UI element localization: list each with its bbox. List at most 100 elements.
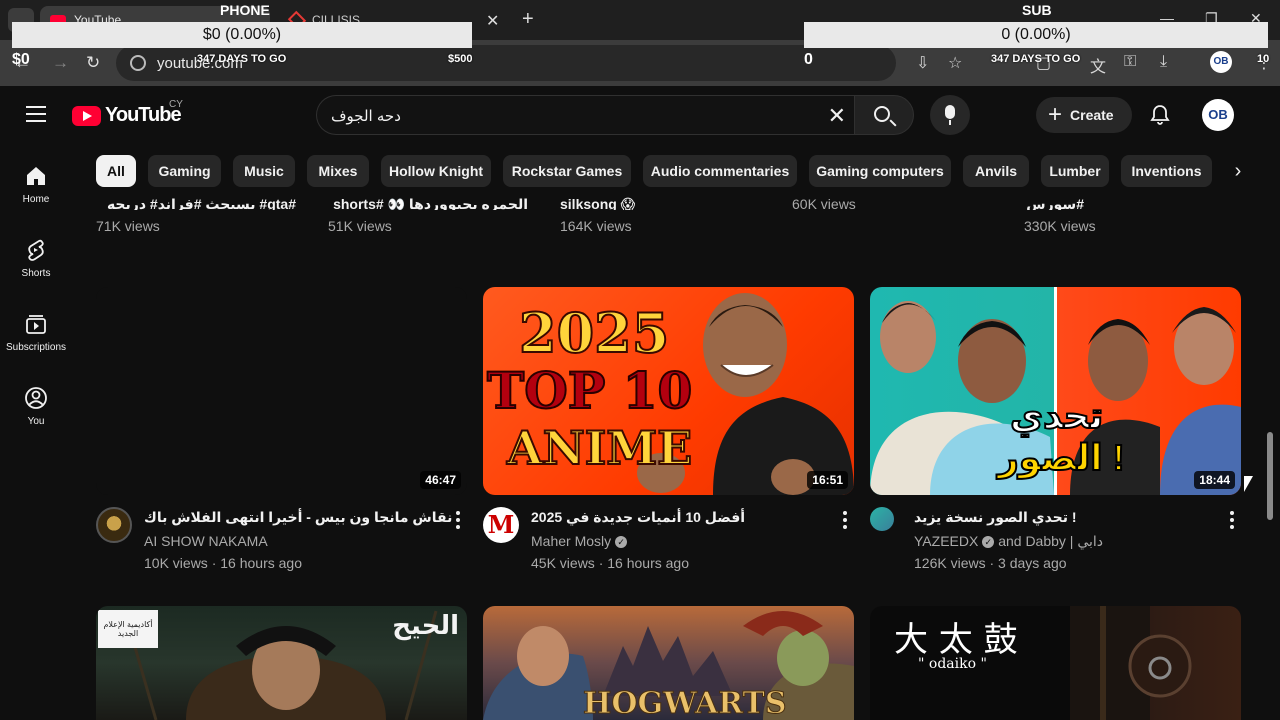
page-scrollbar[interactable] xyxy=(1266,88,1274,720)
channel-name-text: Maher Mosly xyxy=(531,533,612,549)
browser-profile-avatar[interactable]: OB xyxy=(1210,51,1232,73)
chip-all[interactable]: All xyxy=(96,155,136,187)
forward-icon[interactable]: → xyxy=(52,53,69,73)
overlay-left-title: PHONE xyxy=(220,2,270,18)
more-actions-icon[interactable] xyxy=(843,511,849,531)
channel-name[interactable]: AI SHOW NAKAMA xyxy=(144,533,268,549)
search-query-text: دحه الجوف xyxy=(331,108,401,125)
overlay-right-progress: 0 (0.00%) xyxy=(804,22,1268,48)
password-key-icon[interactable]: ⚿ xyxy=(1124,53,1136,71)
thumbnail-text: الحيح xyxy=(392,610,459,640)
close-tab-icon[interactable]: ✕ xyxy=(486,11,499,31)
video-title[interactable]: أفضل 10 أنميات جديدة في 2025 xyxy=(531,509,745,526)
shorts-icon xyxy=(28,239,44,261)
guide-menu-icon[interactable] xyxy=(26,106,46,122)
more-actions-icon[interactable] xyxy=(1230,511,1236,531)
thumbnail-text: 2025 xyxy=(518,300,670,366)
video-views: 164K views xyxy=(560,218,632,234)
guide-label: Subscriptions xyxy=(5,342,67,353)
guide-item-shorts[interactable]: Shorts xyxy=(0,238,72,279)
guide-item-home[interactable]: Home xyxy=(0,164,72,205)
overlay-left-amount: $0 xyxy=(12,51,30,68)
channel-collab-text: and Dabby | دابي xyxy=(998,533,1104,549)
video-duration: 46:47 xyxy=(420,471,461,489)
video-metadata: 45K views · 16 hours ago xyxy=(531,555,689,571)
new-tab-icon[interactable]: + xyxy=(522,8,534,31)
thumbnail-text: TOP 10 xyxy=(486,360,693,421)
video-views: 71K views xyxy=(96,218,160,234)
channel-avatar[interactable] xyxy=(870,507,894,531)
guide-item-subscriptions[interactable]: Subscriptions xyxy=(0,312,72,353)
video-thumbnail[interactable]: أكاديمية الإعلام الجديد الحيح xyxy=(96,606,467,720)
video-title[interactable]: نقاش مانجا ون بيس - أخيرا انتهى الفلاش ب… xyxy=(144,509,452,526)
overlay-right-days: 347 DAYS TO GO xyxy=(991,53,1081,65)
youtube-logo[interactable]: YouTube xyxy=(72,104,182,127)
video-thumbnail[interactable]: HOGWARTS xyxy=(483,606,854,720)
video-thumbnail[interactable]: 大 太 鼓 " odaiko " xyxy=(870,606,1241,720)
install-app-icon[interactable]: ⇩ xyxy=(916,53,929,73)
guide-item-you[interactable]: You xyxy=(0,386,72,427)
clear-search-icon[interactable]: ✕ xyxy=(828,103,846,129)
video-title[interactable]: #سورس xyxy=(1024,193,1084,210)
chip-gaming-computers[interactable]: Gaming computers xyxy=(809,155,951,187)
overlay-right-amount: 0 xyxy=(804,51,813,68)
search-input[interactable]: دحه الجوف ✕ xyxy=(316,95,854,135)
video-thumbnail[interactable]: 2025 TOP 10 ANIME 16:51 xyxy=(483,287,854,495)
thumbnail-text: تحدي xyxy=(1009,394,1104,437)
chip-music[interactable]: Music xyxy=(233,155,295,187)
search-button[interactable] xyxy=(854,95,914,135)
mic-icon xyxy=(945,105,955,119)
video-metadata: 126K views · 3 days ago xyxy=(914,555,1067,571)
verified-badge-icon: ✓ xyxy=(615,536,628,549)
overlay-left-days: 347 DAYS TO GO xyxy=(197,53,287,65)
video-title[interactable]: تحدي الصور نسخة يزيد ! xyxy=(914,509,1077,526)
subscriptions-icon xyxy=(26,315,46,334)
channel-avatar[interactable]: M xyxy=(483,507,519,543)
channel-name-text: YAZEEDX xyxy=(914,533,979,549)
more-actions-icon[interactable] xyxy=(456,511,462,531)
search-icon xyxy=(874,106,890,122)
video-thumbnail[interactable]: تحدي الصور ! 18:44 xyxy=(870,287,1241,495)
voice-search-button[interactable] xyxy=(930,95,970,135)
verified-badge-icon: ✓ xyxy=(982,536,995,549)
chip-lumber[interactable]: Lumber xyxy=(1041,155,1109,187)
guide-label: Shorts xyxy=(21,268,51,279)
video-thumbnail[interactable]: 46:47 xyxy=(96,287,467,495)
bookmark-star-icon[interactable]: ☆ xyxy=(948,53,962,73)
overlay-left-goal: $500 xyxy=(448,53,473,65)
you-icon xyxy=(25,387,47,409)
create-label: Create xyxy=(1070,107,1114,123)
overlay-left-progress: $0 (0.00%) xyxy=(12,22,472,48)
video-title[interactable]: silksong 😱 xyxy=(560,193,680,210)
chip-hollow-knight[interactable]: Hollow Knight xyxy=(381,155,491,187)
chip-inventions[interactable]: Inventions xyxy=(1121,155,1212,187)
create-button[interactable]: + Create xyxy=(1036,97,1132,133)
reload-icon[interactable]: ↻ xyxy=(86,53,100,73)
translate-icon[interactable]: 文 xyxy=(1090,53,1106,77)
video-duration: 18:44 xyxy=(1194,471,1235,489)
video-duration: 16:51 xyxy=(807,471,848,489)
downloads-icon[interactable]: ⤓ xyxy=(1160,53,1167,71)
scrollbar-thumb[interactable] xyxy=(1267,432,1273,520)
thumbnail-text: ANIME xyxy=(506,420,693,476)
notifications-bell-icon[interactable] xyxy=(1148,103,1172,127)
guide-label: You xyxy=(27,416,45,427)
channel-name[interactable]: Maher Mosly ✓ xyxy=(531,533,628,549)
chip-audio-commentaries[interactable]: Audio commentaries xyxy=(643,155,797,187)
video-title[interactable]: #gta# يسبحث #فراند# دريحه xyxy=(96,193,296,210)
chip-mixes[interactable]: Mixes xyxy=(307,155,369,187)
thumbnail-subtext: " odaiko " xyxy=(918,656,987,672)
chip-anvils[interactable]: Anvils xyxy=(963,155,1029,187)
site-info-icon[interactable] xyxy=(130,55,146,71)
video-title[interactable]: الحمره بحيووردها 👀 #shorts xyxy=(328,193,528,210)
thumbnail-text: الصور ! xyxy=(997,436,1126,479)
chip-rockstar-games[interactable]: Rockstar Games xyxy=(503,155,631,187)
account-avatar[interactable]: OB xyxy=(1202,99,1234,131)
video-views: 51K views xyxy=(328,218,392,234)
channel-name[interactable]: YAZEEDX ✓ and Dabby | دابي xyxy=(914,533,1103,550)
chevron-right-icon[interactable]: › xyxy=(1222,155,1254,187)
plus-icon: + xyxy=(1048,101,1063,128)
channel-avatar[interactable] xyxy=(96,507,132,543)
chip-gaming[interactable]: Gaming xyxy=(148,155,221,187)
overlay-right-title: SUB xyxy=(1022,2,1052,18)
